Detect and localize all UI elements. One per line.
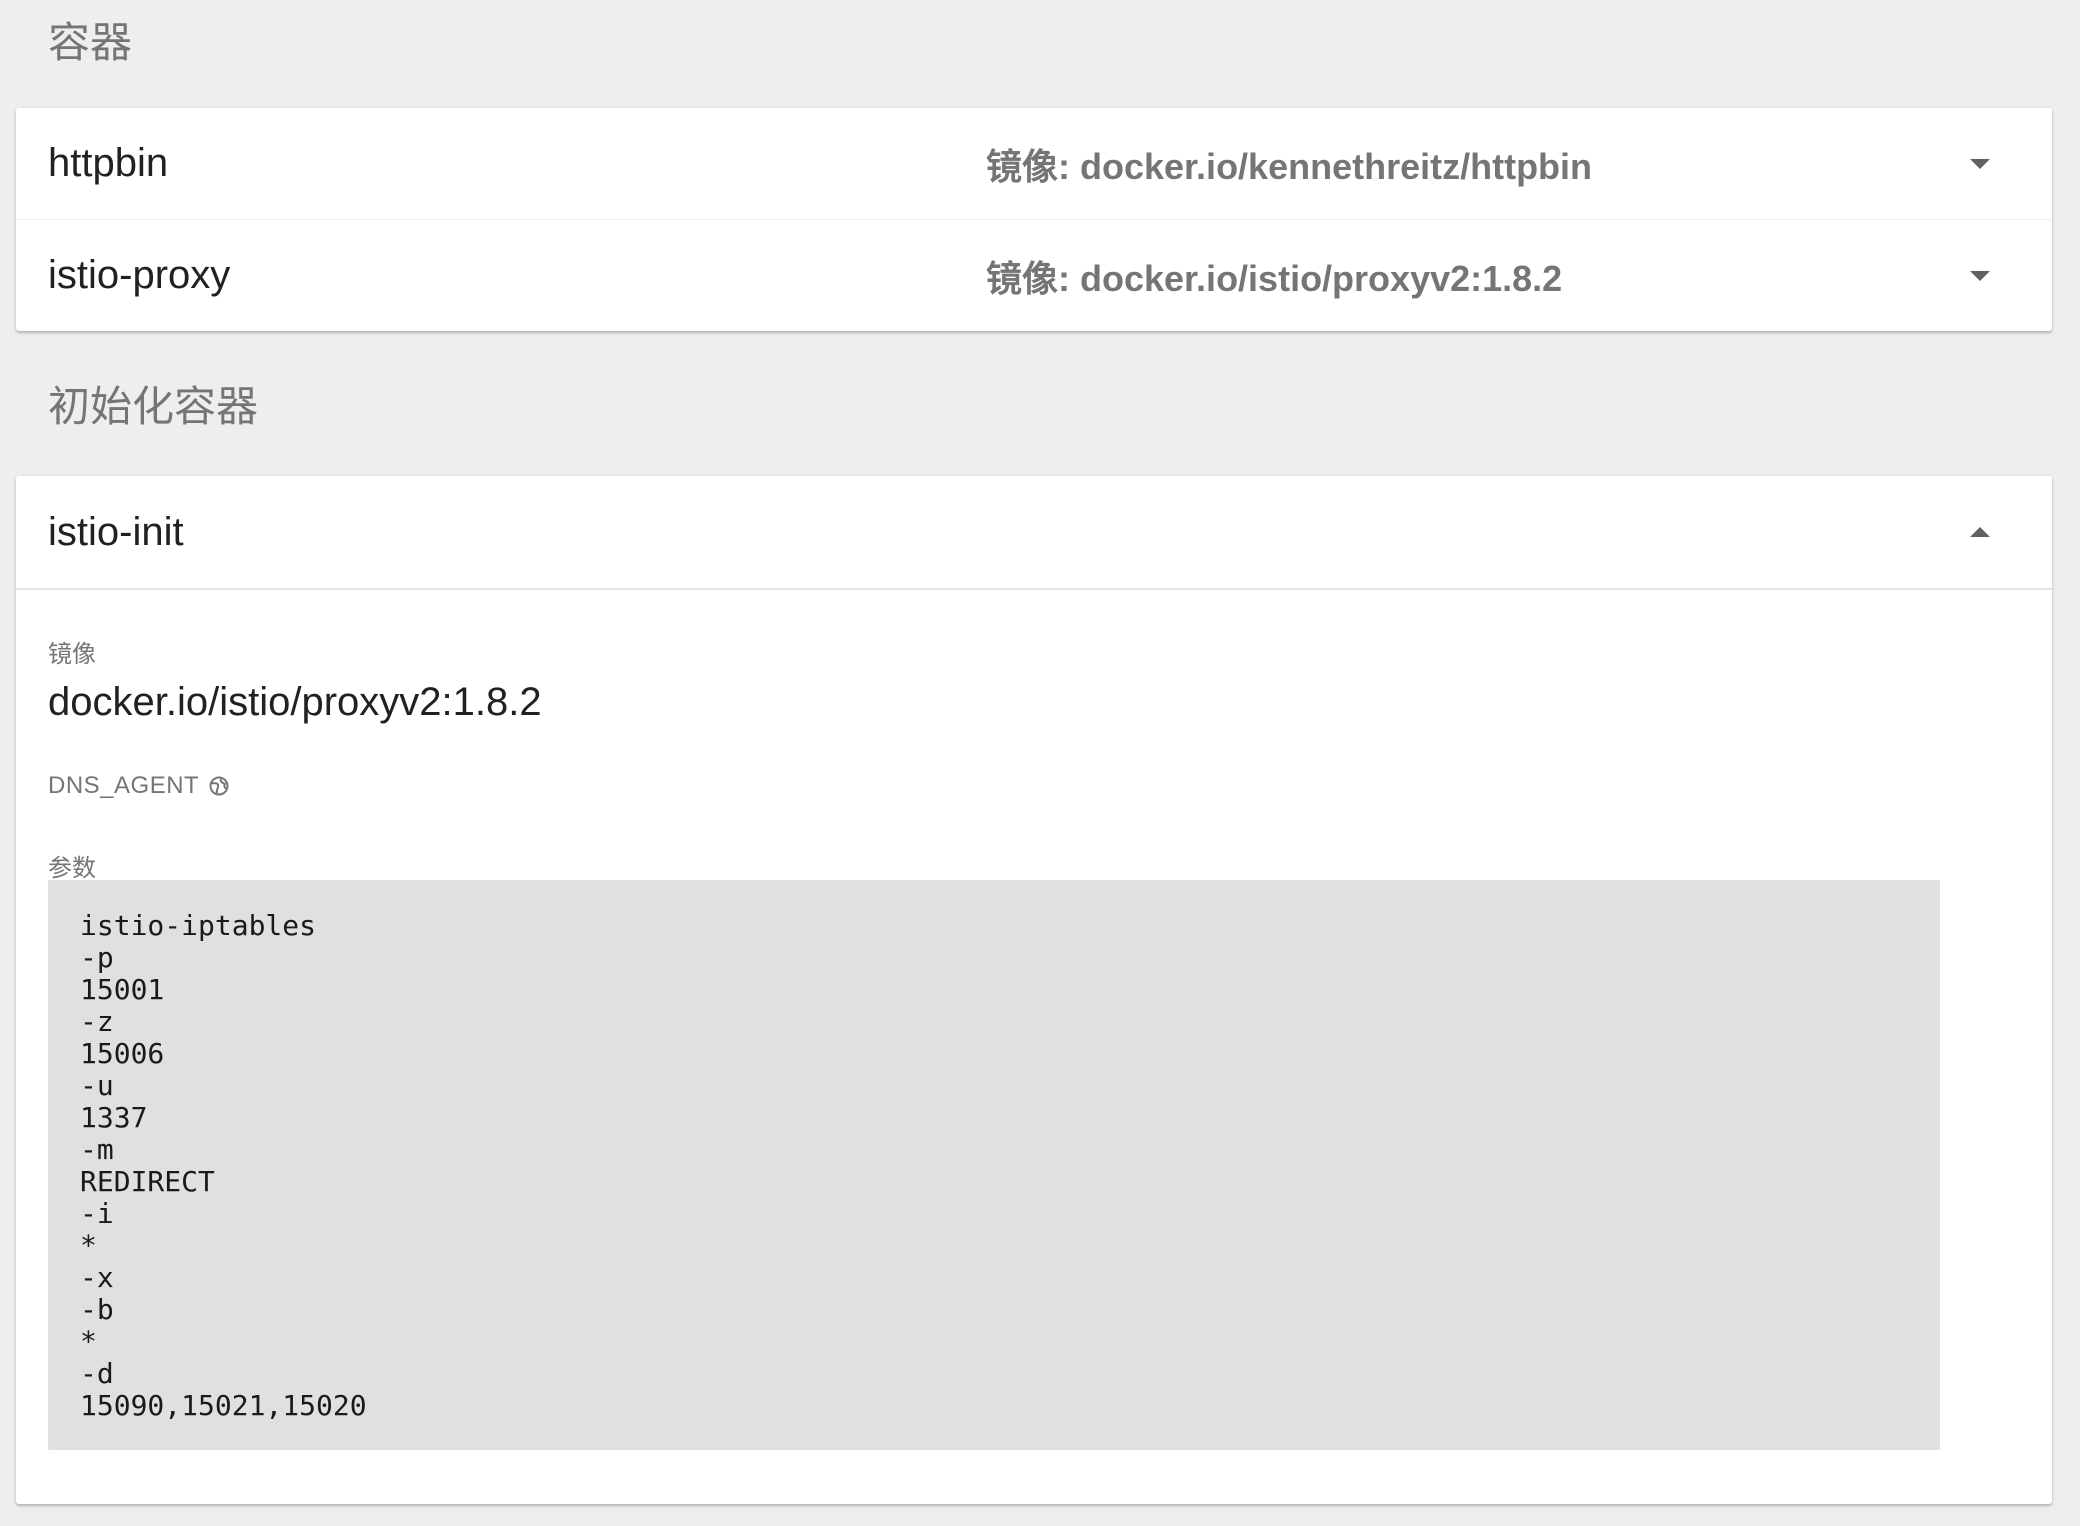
env-var-row: DNS_AGENT [48,772,229,800]
arg-line: 15001 [80,973,165,1006]
container-row-httpbin[interactable]: httpbin 镜像: docker.io/kennethreitz/httpb… [16,108,2052,220]
env-var-name: DNS_AGENT [48,772,200,799]
arg-line: REDIRECT [80,1165,215,1198]
arg-line: 15006 [80,1037,165,1070]
containers-card: httpbin 镜像: docker.io/kennethreitz/httpb… [16,108,2052,331]
init-containers-card: istio-init 镜像 docker.io/istio/proxyv2:1.… [16,476,2052,1504]
init-container-name: istio-init [48,510,184,554]
chevron-up-icon[interactable] [1968,525,1992,539]
arg-line: -z [80,1005,114,1038]
arg-line: * [80,1229,97,1262]
arg-line: -m [80,1133,114,1166]
arg-line: -x [80,1261,114,1294]
container-row-istio-proxy[interactable]: istio-proxy 镜像: docker.io/istio/proxyv2:… [16,220,2052,331]
arg-line: istio-iptables [80,909,317,942]
init-container-header[interactable]: istio-init [16,476,2052,590]
arg-line: * [80,1325,97,1358]
image-value: docker.io/istio/proxyv2:1.8.2 [48,680,542,724]
chevron-down-icon[interactable] [1968,157,1992,171]
arg-line: -d [80,1357,114,1390]
chevron-down-icon[interactable] [1968,269,1992,283]
arg-line: -u [80,1069,114,1102]
arg-line: -p [80,941,114,974]
image-label: 镜像 [48,641,96,668]
arg-line: -i [80,1197,114,1230]
args-label: 参数 [48,855,96,882]
arg-line: 1337 [80,1101,148,1134]
args-code-block: istio-iptables -p 15001 -z 15006 -u 1337… [48,880,1940,1450]
init-containers-section-title: 初始化容器 [48,383,259,430]
container-name: httpbin [48,141,169,185]
containers-section-title: 容器 [48,19,133,66]
globe-icon[interactable] [209,776,229,796]
container-image: 镜像: docker.io/istio/proxyv2:1.8.2 [986,257,1563,299]
container-name: istio-proxy [48,253,231,297]
arg-line: -b [80,1293,114,1326]
container-image: 镜像: docker.io/kennethreitz/httpbin [986,145,1593,187]
arg-line: 15090,15021,15020 [80,1389,367,1422]
